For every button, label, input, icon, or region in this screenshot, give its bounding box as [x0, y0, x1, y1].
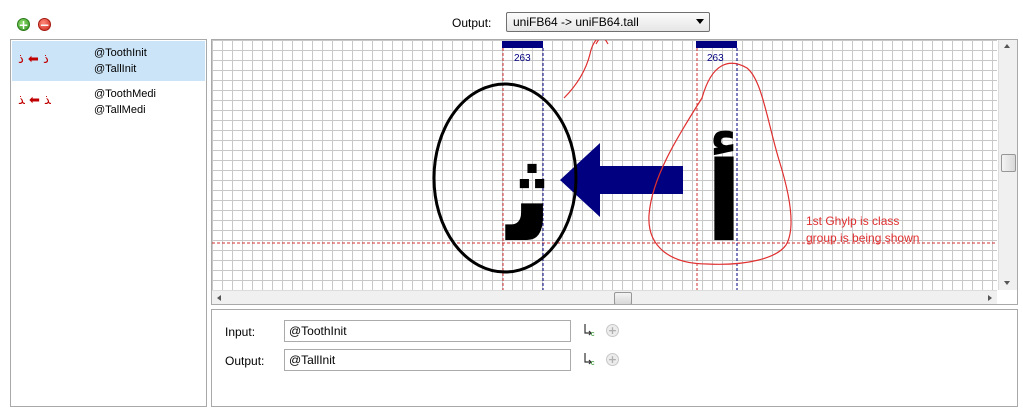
input-field-label: Input:: [225, 325, 256, 339]
glyph-preview-canvas[interactable]: 263 263 ﺛ ﺃ 1st Ghylp is class group is …: [211, 39, 1018, 305]
glyph-width-label: 263: [707, 53, 724, 64]
rule-output-class: @TallInit: [94, 63, 137, 75]
horizontal-scrollbar[interactable]: [212, 290, 997, 304]
annotation-text: group is being shown: [806, 231, 919, 245]
rule-editor-panel: Input: @ToothInit c + Output: @TallInit …: [211, 309, 1018, 407]
svg-text:c: c: [591, 360, 595, 366]
output-select[interactable]: uniFB64 -> uniFB64.tall: [506, 12, 710, 32]
glyph-width-label: 263: [514, 53, 531, 64]
remove-rule-button[interactable]: −: [38, 18, 51, 31]
output-selector-label: Output:: [452, 16, 492, 30]
output-glyph: ﺛ: [505, 125, 554, 270]
chevron-down-icon: [696, 19, 704, 24]
class-picker-icon[interactable]: c: [583, 352, 597, 366]
svg-text:c: c: [591, 331, 595, 337]
horizontal-scroll-thumb[interactable]: [614, 292, 632, 304]
class-picker-icon[interactable]: c: [583, 323, 597, 337]
add-input-icon[interactable]: +: [606, 324, 619, 337]
rule-glyph-preview: ﺫ ⬅ ﺫ: [18, 52, 49, 67]
add-rule-button[interactable]: +: [17, 18, 30, 31]
scroll-up-icon[interactable]: [1004, 44, 1010, 48]
annotation-arrowhead: [595, 40, 609, 45]
input-glyph: ﺃ: [705, 131, 743, 266]
scroll-right-icon[interactable]: [988, 295, 992, 301]
glyph-preview-drawing: 263 263 ﺛ ﺃ 1st Ghylp is class group is …: [212, 40, 997, 290]
annotation-line: [563, 40, 597, 99]
output-class-field[interactable]: @TallInit: [284, 349, 571, 371]
rule-input-class: @ToothInit: [94, 47, 147, 59]
rule-list-item-tooth-medi[interactable]: ﺬ ⬅ ﺬ @ToothMedi @TallMedi: [12, 82, 205, 122]
annotation-text: 1st Ghylp is class: [806, 214, 899, 228]
vertical-scroll-thumb[interactable]: [1001, 154, 1016, 172]
scroll-down-icon[interactable]: [1004, 281, 1010, 285]
input-class-field[interactable]: @ToothInit: [284, 320, 571, 342]
glyph-advance-bar: [696, 41, 737, 48]
transform-arrow-icon: [560, 143, 683, 217]
rule-output-class: @TallMedi: [94, 104, 146, 116]
glyph-advance-bar: [502, 41, 543, 48]
output-select-value: uniFB64 -> uniFB64.tall: [513, 15, 639, 29]
add-output-icon[interactable]: +: [606, 353, 619, 366]
rule-list-item-tooth-init[interactable]: ﺫ ⬅ ﺫ @ToothInit @TallInit: [12, 41, 205, 81]
rule-glyph-preview: ﺬ ⬅ ﺬ: [18, 93, 51, 108]
scroll-left-icon[interactable]: [217, 295, 221, 301]
vertical-scrollbar[interactable]: [998, 40, 1017, 290]
output-field-label: Output:: [225, 354, 265, 368]
highlight-ellipse: [432, 82, 578, 274]
rule-list: ﺫ ⬅ ﺫ @ToothInit @TallInit ﺬ ⬅ ﺬ @ToothM…: [10, 39, 207, 407]
rule-input-class: @ToothMedi: [94, 88, 156, 100]
